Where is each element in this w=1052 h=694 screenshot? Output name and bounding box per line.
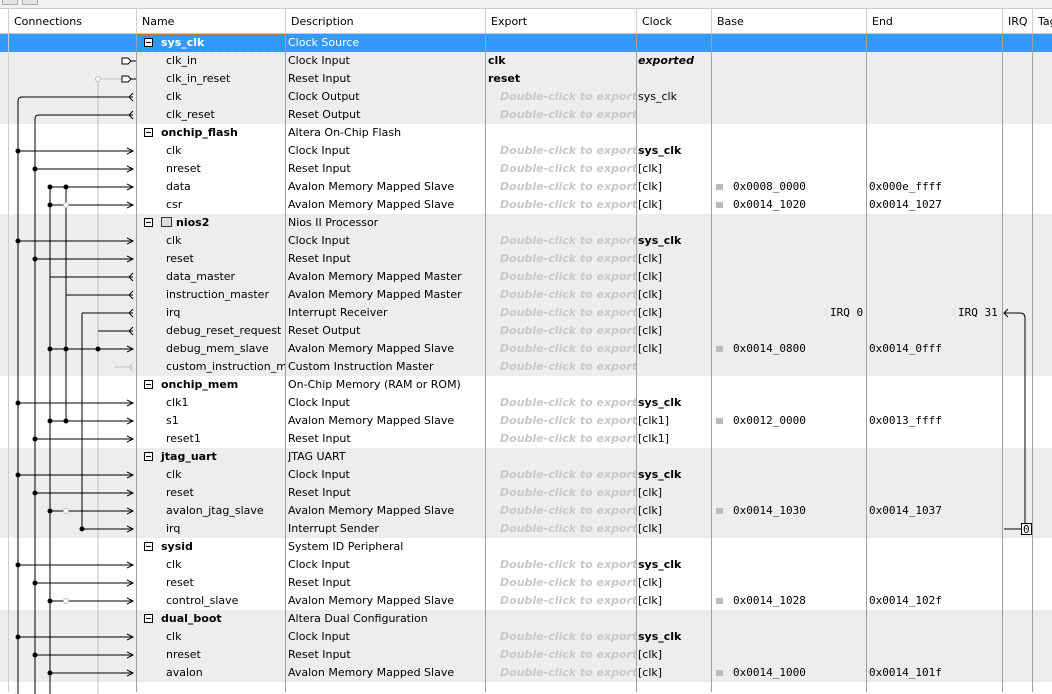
unconnected-dot: [63, 202, 69, 208]
connection-dot: [32, 652, 38, 658]
connection-dot: [47, 598, 53, 604]
export-connector-icon: [121, 57, 132, 65]
connection-dot: [32, 580, 38, 586]
col-export[interactable]: Export: [485, 9, 636, 34]
connection-dot: [32, 436, 38, 442]
connection-dot: [32, 490, 38, 496]
table-header: Connections Name Description Export Cloc…: [0, 9, 1052, 34]
toolbar-strip: [0, 0, 1052, 9]
connection-dot: [63, 346, 69, 352]
column-divider: [485, 34, 486, 692]
export-connector-icon: [121, 75, 132, 83]
wire: [34, 114, 133, 120]
connection-dot: [63, 184, 69, 190]
unconnected-dot: [95, 76, 101, 82]
connection-dot: [15, 238, 21, 244]
column-divider: [1002, 34, 1003, 692]
connection-dot: [47, 202, 53, 208]
column-divider: [136, 34, 137, 692]
wire: [17, 96, 133, 102]
unconnected-dot: [63, 508, 69, 514]
column-divider: [636, 34, 637, 692]
connection-dot: [47, 346, 53, 352]
col-base[interactable]: Base: [711, 9, 866, 34]
column-divider: [8, 34, 9, 692]
col-connections[interactable]: Connections: [8, 9, 136, 34]
unconnected-dot: [63, 598, 69, 604]
connection-dot: [15, 634, 21, 640]
connection-dot: [47, 508, 53, 514]
connections-wires: [15, 57, 1026, 694]
connection-dot: [32, 256, 38, 262]
column-divider: [1032, 34, 1033, 692]
col-description[interactable]: Description: [285, 9, 485, 34]
connection-dot: [15, 148, 21, 154]
irq-wire: [1004, 312, 1026, 523]
connection-dot: [47, 418, 53, 424]
col-name[interactable]: Name: [136, 9, 285, 34]
connection-dot: [63, 418, 69, 424]
connection-dot: [79, 526, 85, 532]
col-irq[interactable]: IRQ: [1002, 9, 1032, 34]
connection-dot: [15, 472, 21, 478]
column-divider: [866, 34, 867, 692]
col-end[interactable]: End: [866, 9, 1002, 34]
connection-dot: [32, 166, 38, 172]
column-divider: [285, 34, 286, 692]
connection-dot: [47, 184, 53, 190]
connection-dot: [47, 670, 53, 676]
column-divider: [711, 34, 712, 692]
connection-dot: [15, 400, 21, 406]
connection-dot: [15, 562, 21, 568]
col-tag[interactable]: Tag: [1032, 9, 1052, 34]
col-clock[interactable]: Clock: [636, 9, 711, 34]
connection-dot: [95, 346, 101, 352]
